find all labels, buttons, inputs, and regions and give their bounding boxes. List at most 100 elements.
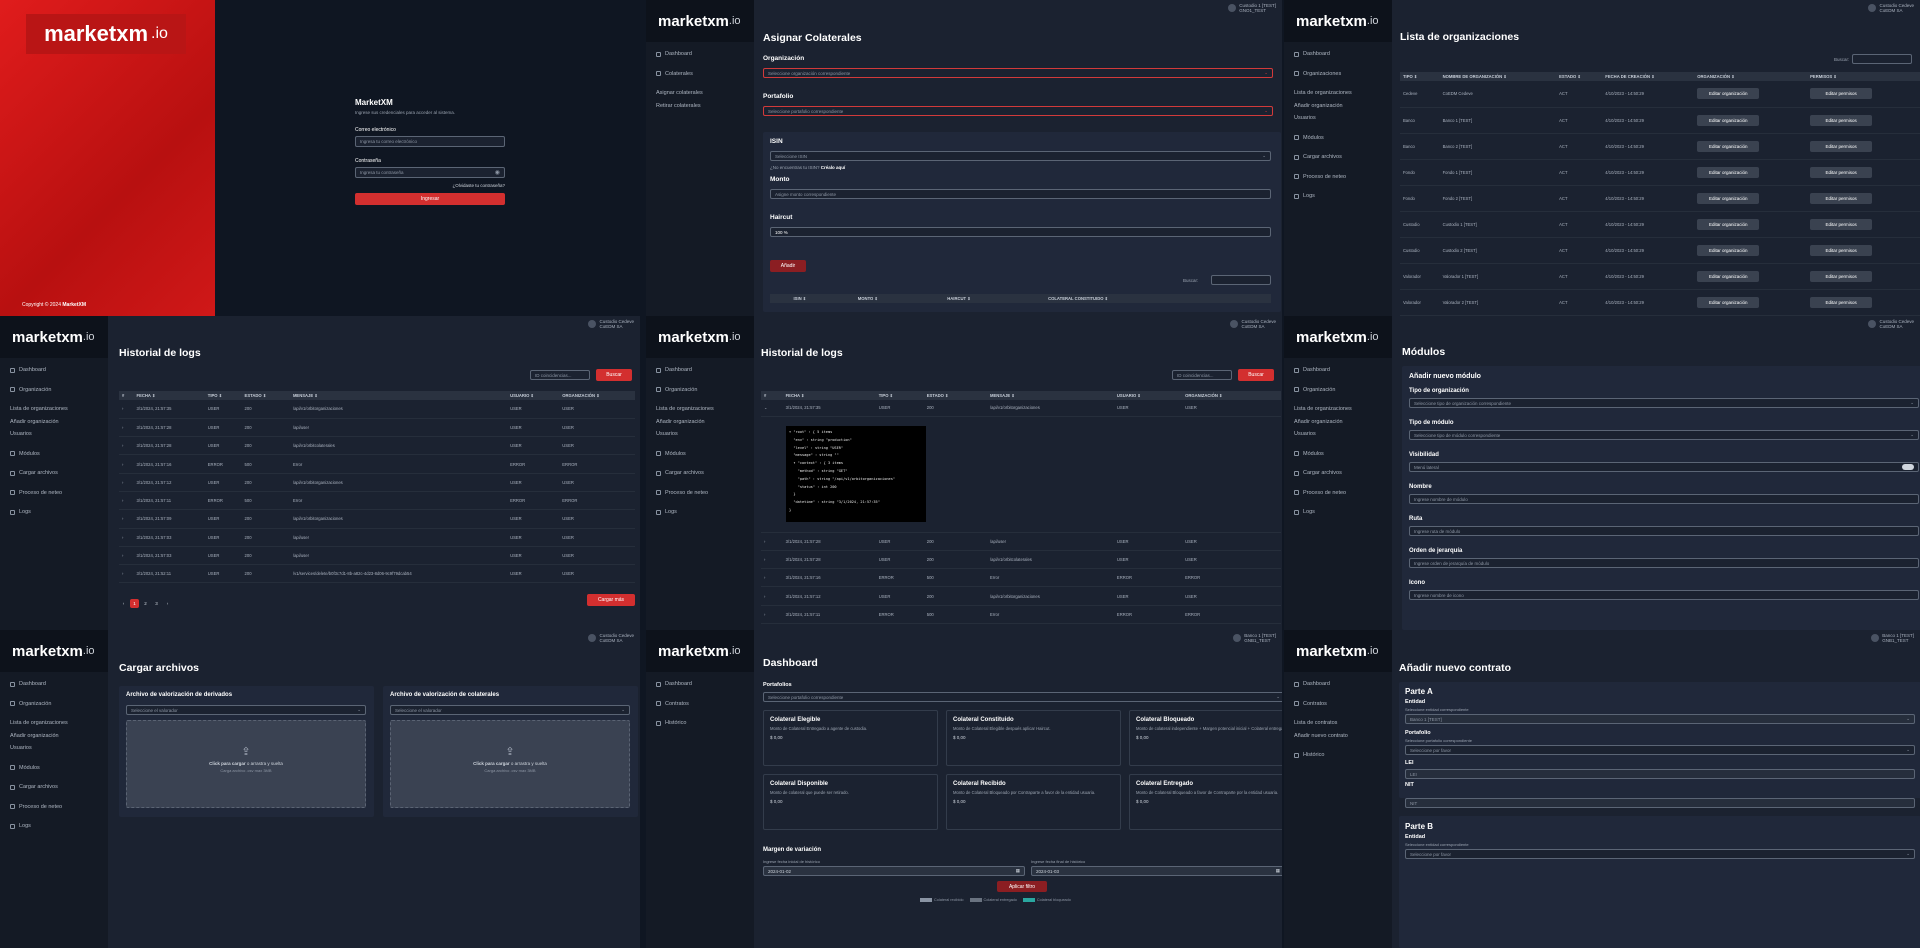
expand-toggle[interactable]: › xyxy=(119,546,134,566)
load-more-button[interactable]: Cargar más xyxy=(587,594,635,606)
table-row[interactable]: › 3/1/2024, 21:57:28 USER 200/api/user USER U… xyxy=(119,418,635,438)
table-row[interactable]: › 3/1/2024, 21:57:35 USER 200/api/v1/orbito… xyxy=(119,400,635,419)
table-row[interactable]: › 3/1/2024, 21:57:28 USER 200/api/v1/orbitc… xyxy=(761,550,1281,570)
sidebar-item[interactable]: Cargar archivos xyxy=(0,781,108,794)
sidebar-item[interactable]: Usuarios xyxy=(0,428,108,441)
sidebar-item[interactable]: Organización xyxy=(1284,384,1392,397)
expand-toggle[interactable]: › xyxy=(761,605,783,624)
sidebar-item[interactable]: Módulos xyxy=(0,762,108,775)
edit-organization-button[interactable]: Editar organización xyxy=(1697,140,1760,152)
sidebar-item[interactable]: Añadir organización xyxy=(646,416,754,429)
edit-organization-button[interactable]: Editar organización xyxy=(1697,192,1760,204)
table-row[interactable]: › 3/1/2024, 21:57:16 ERROR 500 Error ERROR ERR… xyxy=(761,568,1281,588)
column-header[interactable]: ORGANIZACIÓN ⇕ xyxy=(559,391,635,400)
column-header[interactable]: HAIRCUT ⇕ xyxy=(944,294,1046,303)
sidebar-item[interactable]: Lista de organizaciones xyxy=(646,403,754,416)
calendar-icon[interactable]: ▦ xyxy=(1276,868,1280,874)
search-button[interactable]: Buscar xyxy=(1238,369,1274,381)
search-input[interactable]: ID coincidencias... xyxy=(530,370,590,380)
expand-toggle[interactable]: › xyxy=(119,528,134,547)
sidebar-item[interactable]: Dashboard xyxy=(646,678,754,691)
edit-organization-button[interactable]: Editar organización xyxy=(1697,166,1760,178)
edit-permissions-button[interactable]: Editar permisos xyxy=(1810,296,1873,308)
sidebar-item[interactable]: Colaterales xyxy=(646,68,754,81)
field-input[interactable]: Ingrese orden de jerarquía de módulo xyxy=(1409,558,1919,568)
haircut-input[interactable]: 100 % xyxy=(770,227,1271,237)
column-header[interactable]: ORGANIZACIÓN ⇕ xyxy=(1694,72,1808,81)
sidebar-item[interactable]: Proceso de neteo xyxy=(1284,487,1392,500)
search-button[interactable]: Buscar xyxy=(596,369,632,381)
table-row[interactable]: › 3/1/2024, 21:52:11 USER 200/v1/services/d… xyxy=(119,564,635,584)
search-input[interactable] xyxy=(1852,54,1912,64)
expand-toggle[interactable]: › xyxy=(119,436,134,456)
column-header[interactable] xyxy=(770,294,791,303)
monto-input[interactable]: Asigne monto correspondiente xyxy=(770,189,1271,199)
field-input[interactable]: Ingrese nombre de icono xyxy=(1409,590,1919,600)
sidebar-item[interactable]: Usuarios xyxy=(1284,112,1392,125)
table-row[interactable]: ›3/1/2024, 21:57:09USER200/api/v1/orbito… xyxy=(119,509,635,529)
page-button[interactable]: 3 xyxy=(152,599,161,608)
user-menu[interactable]: Custodio Cedeve CoEDM SA xyxy=(1230,319,1276,329)
edit-permissions-button[interactable]: Editar permisos xyxy=(1810,140,1873,152)
table-row[interactable]: › 3/1/2024, 21:57:03 USER 200/api/user USER U… xyxy=(119,528,635,547)
toggle-switch[interactable] xyxy=(1902,464,1914,470)
user-menu[interactable]: Custodio Cedeve CoEDM SA xyxy=(588,319,634,329)
table-row[interactable]: › 3/1/2024, 21:57:12 USER 200/api/v1/orbito… xyxy=(761,586,1281,606)
sidebar-item[interactable]: Proceso de neteo xyxy=(1284,171,1392,184)
column-header[interactable]: TIPO ⇕ xyxy=(875,391,924,400)
sidebar-item[interactable]: Cargar archivos xyxy=(1284,467,1392,480)
sidebar-item[interactable]: Logs xyxy=(0,820,108,833)
sidebar-item[interactable]: Logs xyxy=(1284,190,1392,203)
sidebar-item[interactable]: Retirar colaterales xyxy=(646,100,754,113)
column-header[interactable]: # xyxy=(761,391,783,400)
email-field[interactable]: Ingresa tu correo electrónico xyxy=(355,136,505,147)
sidebar-item[interactable]: Cargar archivos xyxy=(646,467,754,480)
expand-toggle[interactable]: ⌄ xyxy=(761,400,783,417)
column-header[interactable]: MENSAJE ⇕ xyxy=(986,391,1114,400)
user-menu[interactable]: Custodio Cedeve CoEDM SA xyxy=(1868,319,1914,329)
sidebar-item[interactable]: Contratos xyxy=(1284,698,1392,711)
sidebar-item[interactable]: Organización xyxy=(0,384,108,397)
sidebar-item[interactable]: Histórico xyxy=(1284,749,1392,762)
expand-toggle[interactable]: › xyxy=(761,568,783,588)
sidebar-item[interactable]: Lista de organizaciones xyxy=(1284,87,1392,100)
column-header[interactable]: MENSAJE ⇕ xyxy=(289,391,508,400)
login-button[interactable]: Ingresar xyxy=(355,193,505,205)
visibility-field[interactable]: Menú lateral xyxy=(1409,462,1919,472)
user-menu[interactable]: Custodio Cedeve CoEDM SA xyxy=(1868,3,1914,13)
sidebar-item[interactable]: Logs xyxy=(646,506,754,519)
sidebar-item[interactable]: Lista de contratos xyxy=(1284,717,1392,730)
org-select[interactable]: Seleccione organización correspondiente ⌄ xyxy=(763,68,1273,78)
add-button[interactable]: Añadir xyxy=(770,260,806,272)
expand-toggle[interactable]: › xyxy=(119,564,134,584)
sidebar-item[interactable]: Añadir organización xyxy=(1284,416,1392,429)
sidebar-item[interactable]: Lista de organizaciones xyxy=(0,717,108,730)
file-dropzone[interactable]: ⇪ Click para cargar o arrastra y suelta … xyxy=(390,720,630,808)
field-input[interactable]: Ingrese nombre de módulo xyxy=(1409,494,1919,504)
sidebar-item[interactable]: Dashboard xyxy=(0,364,108,377)
search-input[interactable] xyxy=(1211,275,1271,285)
sidebar-item[interactable]: Organizaciones xyxy=(1284,68,1392,81)
edit-permissions-button[interactable]: Editar permisos xyxy=(1810,218,1873,230)
column-header[interactable]: TIPO ⇕ xyxy=(1400,72,1440,81)
file-dropzone[interactable]: ⇪ Click para cargar o arrastra y suelta … xyxy=(126,720,366,808)
column-header[interactable]: ISIN ⇕ xyxy=(790,294,855,303)
edit-organization-button[interactable]: Editar organización xyxy=(1697,244,1760,256)
sidebar-item[interactable]: Dashboard xyxy=(1284,678,1392,691)
page-button[interactable]: 2 xyxy=(141,599,150,608)
sidebar-item[interactable]: Dashboard xyxy=(646,364,754,377)
sidebar-item[interactable]: Usuarios xyxy=(0,742,108,755)
isin-select[interactable]: Seleccione ISIN ⌄ xyxy=(770,151,1271,161)
sidebar-item[interactable]: Usuarios xyxy=(1284,428,1392,441)
calendar-icon[interactable]: ▦ xyxy=(1016,868,1020,874)
start-date-input[interactable]: 2024-01-02 ▦ xyxy=(763,866,1025,876)
expand-toggle[interactable]: › xyxy=(119,454,134,474)
edit-permissions-button[interactable]: Editar permisos xyxy=(1810,244,1873,256)
page-button[interactable]: ‹ xyxy=(119,599,128,608)
column-header[interactable]: PERMISOS ⇕ xyxy=(1807,72,1920,81)
table-row[interactable]: › 3/1/2024, 21:57:16 ERROR 500 Error ERROR ERR… xyxy=(119,454,635,474)
eye-icon[interactable]: ◉ xyxy=(495,169,500,176)
expand-toggle[interactable]: › xyxy=(761,586,783,606)
sidebar-item[interactable]: Usuarios xyxy=(646,428,754,441)
table-row[interactable]: › 3/1/2024, 21:57:12 USER 200/api/v1/orbito… xyxy=(119,473,635,492)
